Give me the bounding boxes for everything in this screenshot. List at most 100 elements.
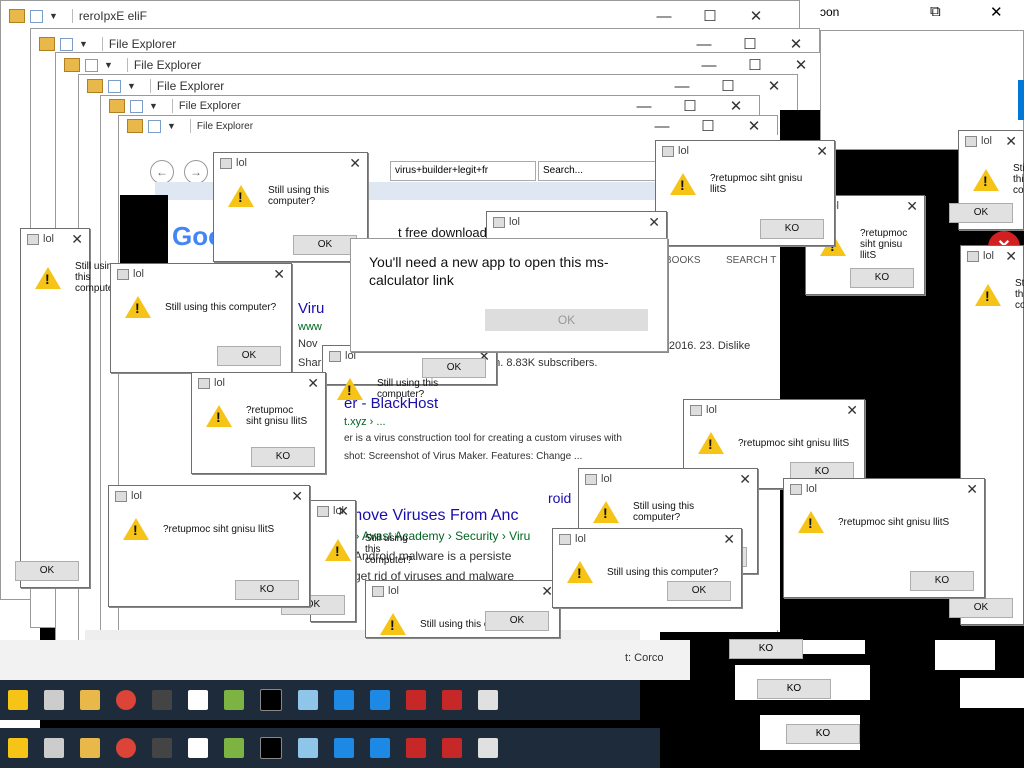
notepad-icon[interactable] [298, 690, 318, 710]
shield-icon[interactable] [188, 738, 208, 758]
popup-ok-button[interactable]: OK [949, 203, 1013, 223]
close-button[interactable]: ✕ [751, 77, 797, 95]
close-button[interactable]: ✕ [733, 7, 779, 25]
minimize-button[interactable]: — [641, 8, 687, 25]
toolbox-icon[interactable] [406, 738, 426, 758]
maximize-button[interactable]: ☐ [667, 97, 713, 115]
minimize-button[interactable]: — [659, 78, 705, 95]
result-title-viru[interactable]: Viru [298, 300, 324, 317]
popup-ok-button[interactable]: OK [949, 598, 1013, 618]
close-icon[interactable]: ✕ [846, 400, 858, 420]
terminal-icon[interactable] [260, 689, 282, 711]
popup-dialog[interactable]: lol ✕ ?retupmoc siht gnisu llitS KO [655, 140, 835, 246]
dropdown-arrow-icon[interactable]: ▼ [149, 101, 158, 111]
dropdown-arrow-icon[interactable]: ▼ [127, 81, 136, 91]
close-icon[interactable]: ✕ [291, 486, 303, 506]
popup-dialog[interactable]: lol✕ Still using this computer? OK [365, 580, 560, 638]
minimize-button[interactable]: — [621, 98, 667, 115]
toolbox-icon[interactable] [442, 690, 462, 710]
window-icon[interactable] [478, 690, 498, 710]
popup-ok-button[interactable]: KO [850, 268, 914, 288]
back-button-icon[interactable]: ← [150, 160, 174, 184]
close-icon[interactable]: ✕ [816, 141, 828, 161]
7zip-icon[interactable] [152, 690, 172, 710]
close-icon[interactable]: ✕ [648, 212, 660, 232]
tab-search[interactable]: SEARCH T [726, 255, 776, 266]
maximize-button[interactable]: ☐ [685, 117, 731, 135]
minimize-button[interactable]: — [686, 57, 732, 74]
warning-icon[interactable] [8, 738, 28, 758]
dropdown-arrow-icon[interactable]: ▼ [104, 60, 113, 70]
close-icon[interactable]: ✕ [723, 529, 735, 549]
dropdown-arrow-icon[interactable]: ▼ [167, 121, 176, 131]
search-icon[interactable] [44, 690, 64, 710]
close-icon[interactable]: ✕ [71, 229, 83, 249]
toolbox-icon[interactable] [442, 738, 462, 758]
shield-icon[interactable] [188, 690, 208, 710]
ie-icon[interactable] [334, 738, 354, 758]
folder-icon[interactable] [80, 738, 100, 758]
maximize-button[interactable]: ☐ [732, 56, 778, 74]
notepad-icon[interactable] [298, 738, 318, 758]
warning-icon[interactable] [8, 690, 28, 710]
ie-icon[interactable] [334, 690, 354, 710]
popup-dialog[interactable]: lol ✕ ?retupmoc siht gnisu llitS KO [108, 485, 310, 607]
search-icon[interactable] [44, 738, 64, 758]
close-icon[interactable]: ✕ [349, 153, 361, 173]
popup-ok-button[interactable]: KO [235, 580, 299, 600]
app-icon[interactable] [224, 690, 244, 710]
maximize-button[interactable]: ☐ [687, 7, 733, 25]
dropdown-arrow-icon[interactable]: ▼ [49, 11, 58, 21]
popup-dialog[interactable]: lol✕ Still using this computer? OK [213, 152, 368, 262]
popup-dialog[interactable]: lol✕ Still using this computer? OK [15, 228, 122, 588]
popup-dialog[interactable]: lol ✕ ?retupmoc siht gnisu llitS KO [783, 478, 985, 598]
minimize-button[interactable]: — [681, 36, 727, 53]
tab-books[interactable]: BOOKS [665, 255, 701, 266]
popup-dialog[interactable]: lol✕ Still using this computer? OK [949, 130, 1024, 230]
popup-ok-button[interactable]: OK [667, 581, 731, 601]
address-bar[interactable]: virus+builder+legit+fr [390, 161, 536, 181]
search-box[interactable]: Search... [538, 161, 664, 181]
popup-ok-button[interactable]: OK [293, 235, 357, 255]
7zip-icon[interactable] [152, 738, 172, 758]
close-icon[interactable]: ✕ [966, 479, 978, 499]
result-title-remove[interactable]: emove Viruses From Anc [340, 507, 518, 525]
ie-icon[interactable] [370, 738, 390, 758]
minimize-button[interactable]: — [639, 118, 685, 135]
popup-ok-button[interactable]: OK [485, 611, 549, 631]
chrome-icon[interactable] [116, 738, 136, 758]
dropdown-arrow-icon[interactable]: ▼ [79, 39, 88, 49]
close-icon[interactable]: ✕ [337, 501, 349, 521]
popup-ok-button[interactable]: KO [251, 447, 315, 467]
restore-icon[interactable]: ⧉ [930, 3, 941, 20]
close-icon[interactable]: ✕ [906, 196, 918, 216]
ko-button[interactable]: KO [729, 639, 803, 659]
popup-dialog[interactable]: lol✕ Still using this computer? OK [281, 500, 412, 622]
close-button[interactable]: ✕ [713, 97, 759, 115]
forward-button-icon[interactable]: → [184, 160, 208, 184]
chrome-icon[interactable] [116, 690, 136, 710]
popup-ok-button[interactable]: KO [760, 219, 824, 239]
maximize-button[interactable]: ☐ [705, 77, 751, 95]
close-button[interactable]: ✕ [778, 56, 824, 74]
app-dialog[interactable]: You'll need a new app to open this ms-ca… [350, 238, 668, 352]
close-icon[interactable]: ✕ [739, 469, 751, 489]
popup-dialog[interactable]: lol✕ Still using this computer? OK [552, 528, 742, 608]
app-dialog-ok-button[interactable]: OK [485, 309, 648, 331]
popup-ok-button[interactable]: KO [910, 571, 974, 591]
close-icon[interactable]: ✕ [307, 373, 319, 393]
window-icon[interactable] [478, 738, 498, 758]
close-icon[interactable]: ✕ [1005, 131, 1017, 151]
close-icon[interactable]: ✕ [1005, 246, 1017, 266]
close-button[interactable]: ✕ [731, 117, 777, 135]
terminal-icon[interactable] [260, 737, 282, 759]
ko-button[interactable]: KO [757, 679, 831, 699]
ko-button[interactable]: KO [786, 724, 860, 744]
toolbox-icon[interactable] [406, 690, 426, 710]
popup-ok-button[interactable]: OK [217, 346, 281, 366]
close-button[interactable]: ✕ [773, 35, 819, 53]
close-icon[interactable]: ✕ [990, 3, 1003, 21]
popup-dialog[interactable]: lol ✕ ?retupmoc siht gnisu llitS KO [191, 372, 326, 474]
ie-icon[interactable] [370, 690, 390, 710]
folder-icon[interactable] [80, 690, 100, 710]
